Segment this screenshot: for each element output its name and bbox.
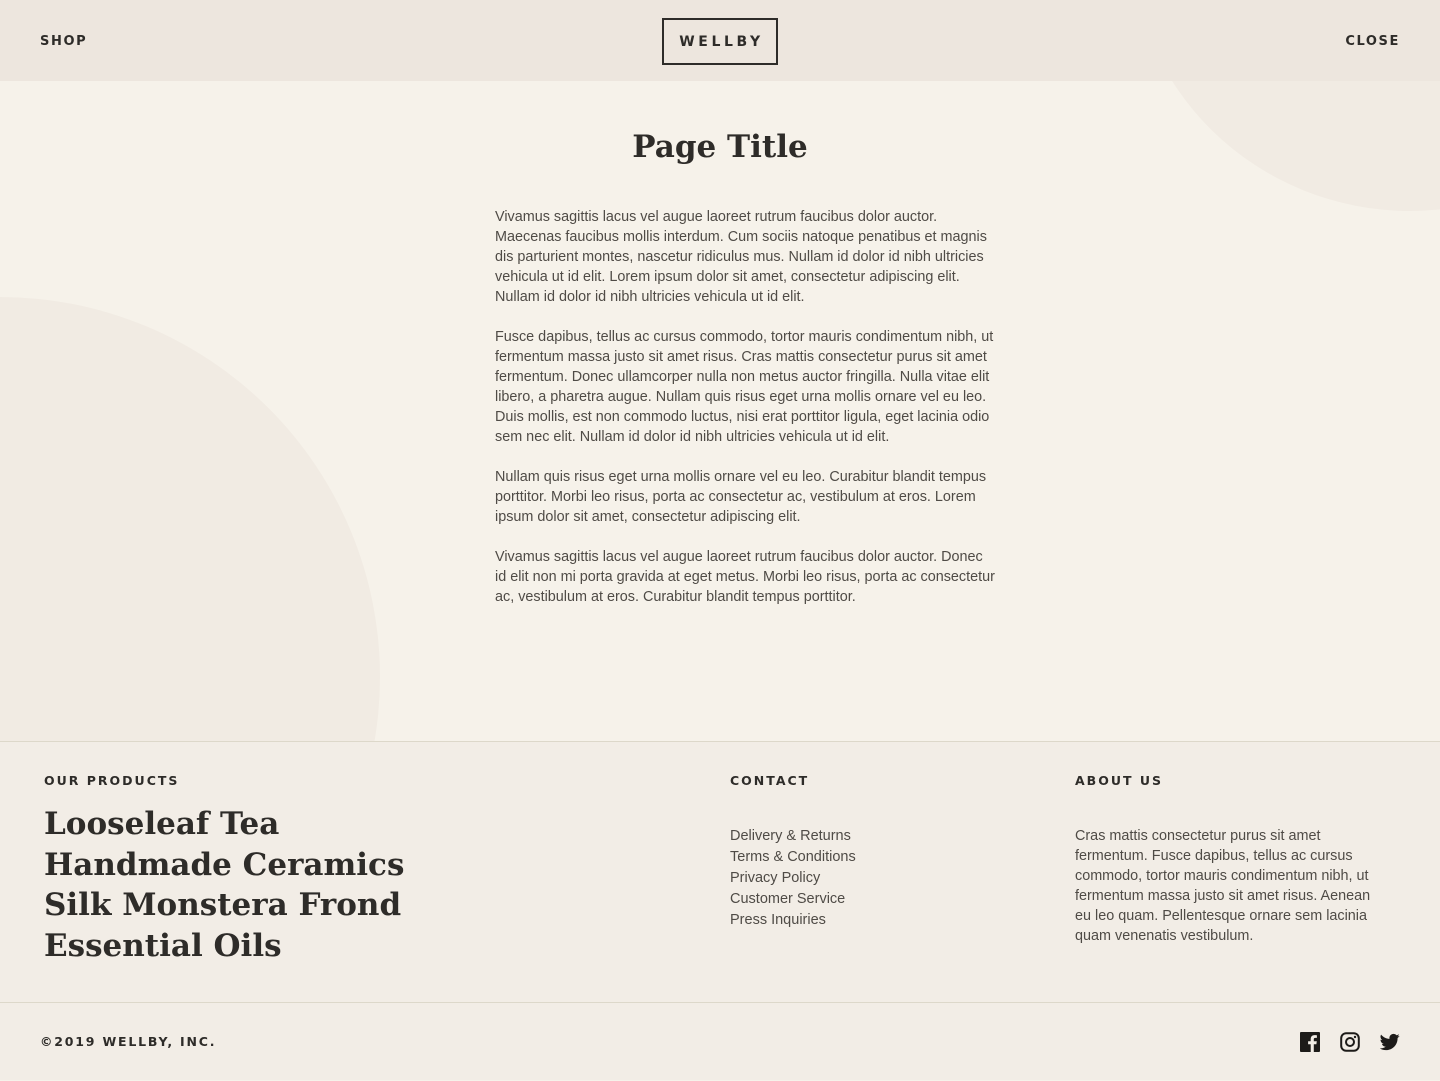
press-inquiries-link[interactable]: Press Inquiries (730, 910, 856, 931)
decorative-circle-left (0, 297, 380, 741)
paragraph: Vivamus sagittis lacus vel augue laoreet… (495, 209, 987, 305)
main-content: Page Title Vivamus sagittis lacus vel au… (0, 81, 1440, 741)
site-footer: OUR PRODUCTS Looseleaf Tea Handmade Cera… (0, 741, 1440, 1080)
about-heading: ABOUT US (1075, 773, 1164, 788)
wellby-logo[interactable]: WELLBY (662, 18, 778, 65)
footer-bottom-bar: ©2019 WELLBY, INC. (0, 1002, 1440, 1081)
facebook-icon[interactable] (1300, 1032, 1320, 1052)
about-text: Cras mattis consectetur purus sit amet f… (1075, 828, 1371, 944)
instagram-icon[interactable] (1340, 1032, 1360, 1052)
close-link[interactable]: CLOSE (1345, 34, 1400, 49)
privacy-policy-link[interactable]: Privacy Policy (730, 868, 856, 889)
article-body: Vivamus sagittis lacus vel augue laoreet… (495, 207, 995, 627)
product-link-looseleaf-tea[interactable]: Looseleaf Tea (44, 804, 404, 845)
shop-link[interactable]: SHOP (40, 34, 87, 49)
products-heading: OUR PRODUCTS (44, 773, 180, 788)
site-header: SHOP WELLBY CLOSE (0, 0, 1440, 81)
paragraph: Vivamus sagittis lacus vel augue laoreet… (495, 549, 995, 605)
contact-links: Delivery & Returns Terms & Conditions Pr… (730, 826, 856, 931)
product-link-silk-monstera-frond[interactable]: Silk Monstera Frond (44, 885, 404, 926)
customer-service-link[interactable]: Customer Service (730, 889, 856, 910)
terms-conditions-link[interactable]: Terms & Conditions (730, 847, 856, 868)
product-link-handmade-ceramics[interactable]: Handmade Ceramics (44, 845, 404, 886)
contact-heading: CONTACT (730, 773, 810, 788)
twitter-icon[interactable] (1380, 1032, 1400, 1052)
paragraph: Fusce dapibus, tellus ac cursus commodo,… (495, 329, 994, 445)
copyright: ©2019 WELLBY, INC. (40, 1034, 217, 1049)
paragraph: Nullam quis risus eget urna mollis ornar… (495, 469, 987, 525)
delivery-returns-link[interactable]: Delivery & Returns (730, 826, 856, 847)
page-title: Page Title (632, 129, 808, 165)
products-list: Looseleaf Tea Handmade Ceramics Silk Mon… (44, 804, 404, 966)
product-link-essential-oils[interactable]: Essential Oils (44, 926, 404, 967)
